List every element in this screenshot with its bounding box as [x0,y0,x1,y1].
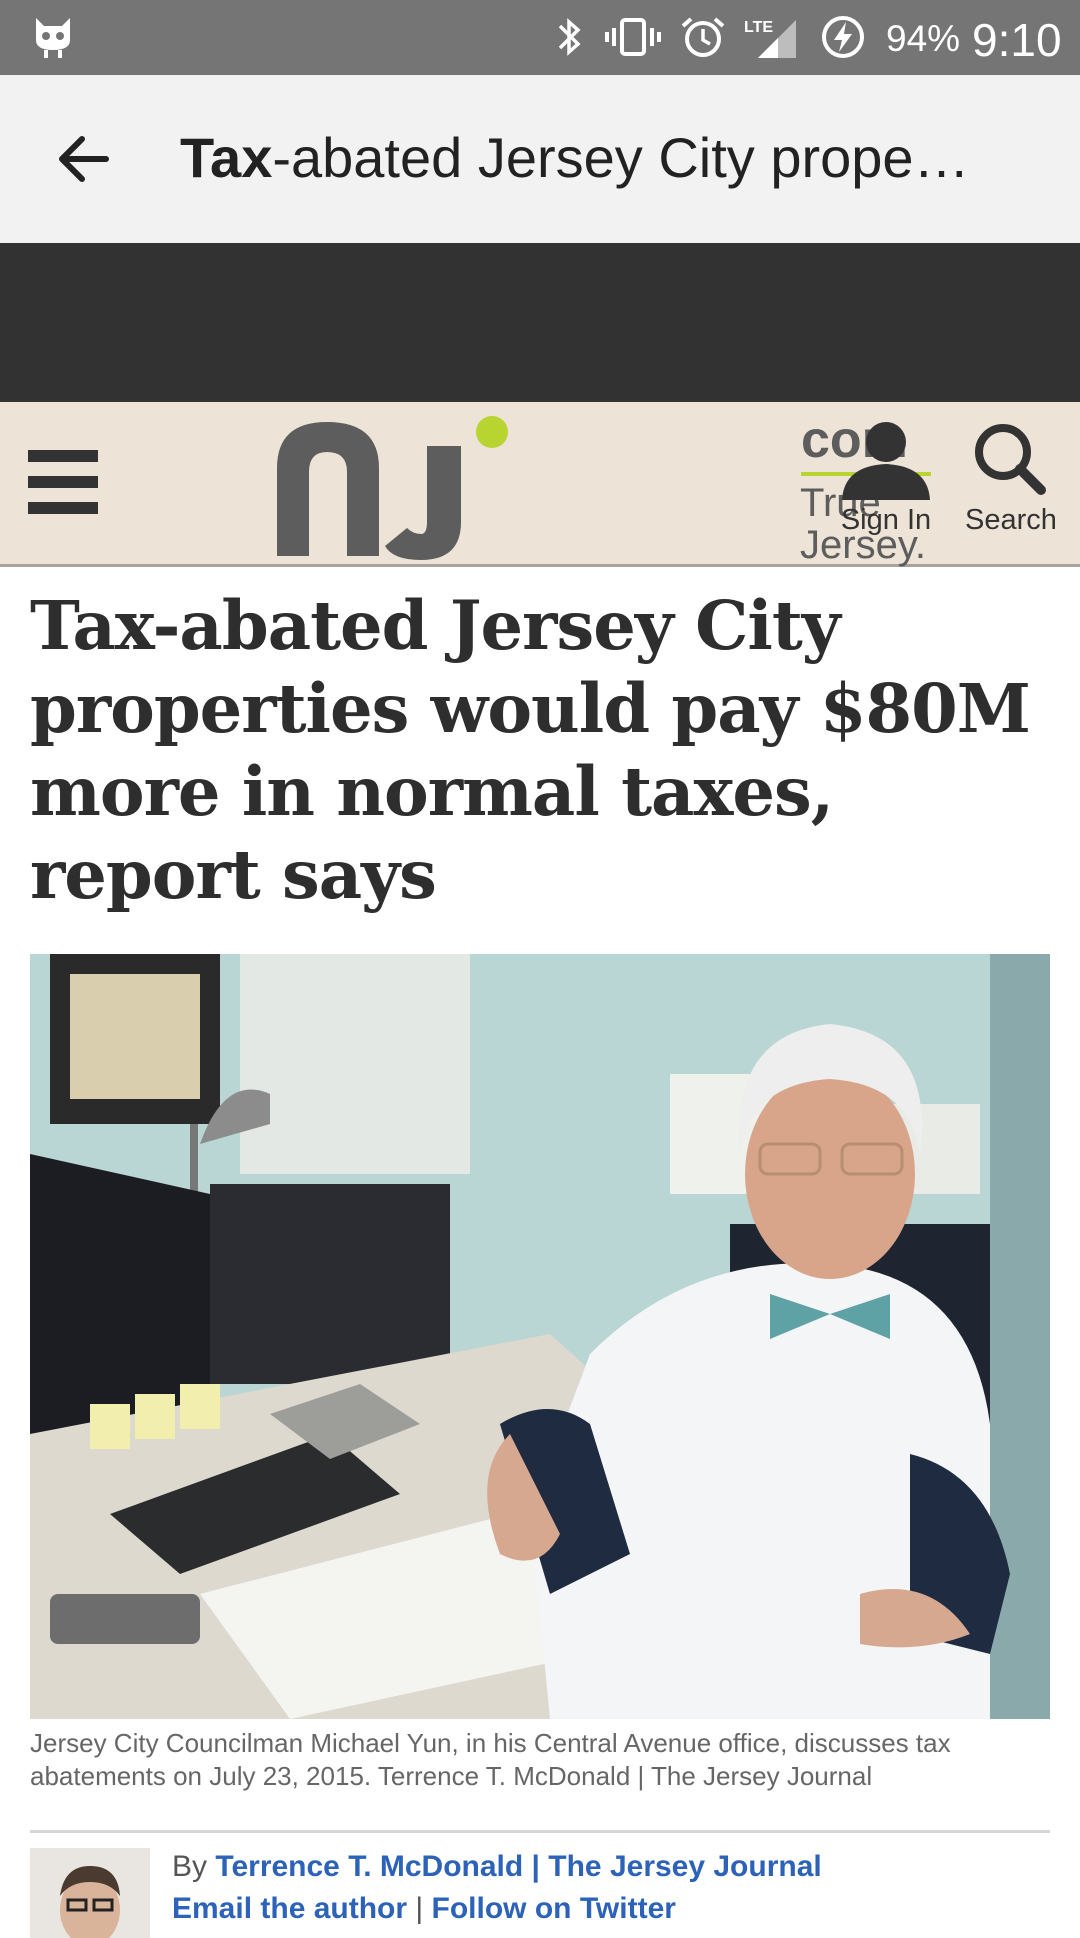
sign-in-button[interactable]: Sign In [836,420,936,550]
byline-prefix: By [172,1850,208,1883]
nj-com-logo[interactable]: com True Jersey. [275,410,931,566]
byline-line-2: Email the author | Follow on Twitter [172,1888,822,1930]
author-link[interactable]: Terrence T. McDonald | The Jersey Journa… [215,1850,821,1883]
search-label: Search [965,504,1057,536]
bluetooth-icon [558,18,581,56]
search-icon [975,424,1046,495]
follow-twitter-link[interactable]: Follow on Twitter [432,1892,676,1925]
hamburger-menu-icon[interactable] [28,446,98,518]
page-title-rest: -abated Jersey City prope… [272,126,970,189]
photo-caption: Jersey City Councilman Michael Yun, in h… [30,1728,951,1791]
sign-in-label: Sign In [840,504,932,536]
page-title-bold: Tax [180,126,273,189]
byline-separator: | [415,1892,424,1925]
android-robot-icon [36,18,70,58]
author-headshot [30,1848,150,1938]
user-icon [842,422,930,500]
byline: By Terrence T. McDonald | The Jersey Jou… [172,1846,822,1930]
back-arrow-icon[interactable] [52,127,116,191]
site-header: com True Jersey. Sign In Search [0,402,1080,567]
divider [30,1830,1050,1833]
page-title: Tax-abated Jersey City prope… [180,125,1020,190]
app-bar: Tax-abated Jersey City prope… [0,75,1080,243]
alarm-icon [681,17,725,57]
battery-saver-icon [822,16,864,58]
nj-logo-mark [277,416,508,560]
article-photo[interactable] [30,954,1050,1719]
status-bar: LTE 94% 9:10 [0,0,1080,75]
ad-banner [0,243,1080,402]
battery-percentage: 94% [886,18,961,59]
search-button[interactable]: Search [958,420,1064,550]
svg-text:LTE: LTE [744,19,773,36]
article-headline: Tax-abated Jersey City properties would … [30,586,1031,914]
councilman-office-photo [30,954,1050,1719]
author-avatar [30,1848,150,1938]
byline-line-1: By Terrence T. McDonald | The Jersey Jou… [172,1846,822,1888]
lte-signal-icon: LTE [744,19,796,58]
vibrate-icon [605,18,661,56]
email-author-link[interactable]: Email the author [172,1892,407,1925]
clock: 9:10 [972,14,1062,66]
